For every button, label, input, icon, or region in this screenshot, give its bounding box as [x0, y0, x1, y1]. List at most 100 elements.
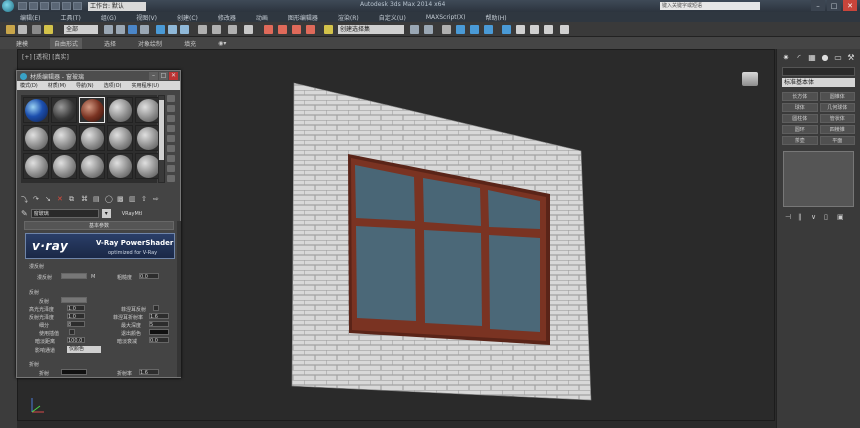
show-end-result-icon[interactable]: ▥ — [129, 195, 138, 204]
show-map-icon[interactable]: ▩ — [117, 195, 126, 204]
named-selection-dropdown[interactable]: 创建选择集 — [338, 25, 404, 34]
tab-populate[interactable]: 填充 — [184, 39, 196, 48]
sample-slot[interactable] — [107, 153, 133, 179]
graphite-toggle-icon[interactable] — [456, 25, 465, 34]
create-tab-icon[interactable]: ✷ — [781, 52, 791, 62]
reset-map-icon[interactable]: ✕ — [57, 195, 66, 204]
remove-modifier-icon[interactable]: ▯ — [824, 213, 832, 221]
motion-tab-icon[interactable]: ● — [820, 52, 830, 62]
sample-slot[interactable] — [79, 153, 105, 179]
link-icon[interactable] — [32, 25, 41, 34]
menu-graph-editors[interactable]: 图形编辑器 — [288, 13, 318, 22]
tab-selection[interactable]: 选择 — [104, 39, 116, 48]
reflect-color-swatch[interactable] — [61, 297, 87, 303]
display-tab-icon[interactable]: ▭ — [833, 52, 843, 62]
diffuse-map-button[interactable]: M — [91, 274, 95, 280]
sample-slot-selected[interactable] — [79, 97, 105, 123]
mirror-icon[interactable] — [410, 25, 419, 34]
sample-type-icon[interactable] — [167, 95, 175, 102]
save-icon[interactable] — [40, 2, 49, 10]
put-to-scene-icon[interactable]: ↷ — [33, 195, 42, 204]
uv-tiling-icon[interactable] — [167, 125, 175, 132]
me-close-button[interactable]: ✕ — [169, 72, 178, 80]
search-input[interactable]: 键入关键字或短语 — [660, 2, 760, 10]
redo-tool-icon[interactable] — [18, 25, 27, 34]
make-unique-icon[interactable]: ∨ — [811, 213, 819, 221]
get-material-icon[interactable]: ⤵ — [21, 195, 30, 204]
material-id-icon[interactable]: ◯ — [105, 195, 114, 204]
options-icon[interactable] — [167, 155, 175, 162]
slots-scroll-thumb[interactable] — [159, 100, 164, 160]
tab-modeling[interactable]: 建模 — [16, 39, 28, 48]
material-name-dropdown[interactable]: ▾ — [101, 209, 111, 218]
undo-icon[interactable] — [51, 2, 60, 10]
torus-button[interactable]: 圆环 — [782, 125, 818, 134]
put-to-library-icon[interactable]: ▤ — [93, 195, 102, 204]
menu-animation[interactable]: 动画 — [256, 13, 268, 22]
rect-selection-icon[interactable] — [128, 25, 137, 34]
go-to-parent-icon[interactable]: ⇧ — [141, 195, 150, 204]
menu-customize[interactable]: 自定义(U) — [379, 13, 406, 22]
edit-named-sel-icon[interactable] — [324, 25, 333, 34]
sample-slot[interactable] — [107, 97, 133, 123]
teapot-button[interactable]: 茶壶 — [782, 136, 818, 145]
plane-button[interactable]: 平面 — [819, 136, 855, 145]
modify-tab-icon[interactable]: ◜ — [794, 52, 804, 62]
undo-tool-icon[interactable] — [6, 25, 15, 34]
app-logo-icon[interactable] — [2, 0, 14, 12]
me-menu-navigation[interactable]: 导航(N) — [76, 82, 94, 89]
name-color-area[interactable] — [783, 151, 854, 207]
redo-icon[interactable] — [62, 2, 71, 10]
select-manipulate-icon[interactable] — [228, 25, 237, 34]
snap-toggle-icon[interactable] — [264, 25, 273, 34]
menu-group[interactable]: 组(G) — [101, 13, 116, 22]
keyboard-shortcut-icon[interactable] — [244, 25, 253, 34]
configure-sets-icon[interactable]: ▣ — [837, 213, 845, 221]
ribbon-options-icon[interactable]: ◉▾ — [218, 40, 226, 47]
geosphere-button[interactable]: 几何球体 — [819, 103, 855, 112]
rotate-icon[interactable] — [168, 25, 177, 34]
affect-channels-dropdown[interactable]: 仅颜色 — [67, 346, 101, 353]
material-editor-titlebar[interactable]: 材质编辑器 - 窗玻璃 – □ ✕ — [17, 71, 180, 81]
render-production-icon[interactable] — [544, 25, 553, 34]
menu-create[interactable]: 创建(C) — [177, 13, 198, 22]
sample-slot[interactable] — [51, 97, 77, 123]
slots-scrollbar[interactable] — [158, 95, 165, 183]
percent-snap-icon[interactable] — [292, 25, 301, 34]
sample-slot[interactable] — [23, 97, 49, 123]
project-folder-icon[interactable] — [73, 2, 82, 10]
sample-slot[interactable] — [23, 153, 49, 179]
refract-color-swatch[interactable] — [61, 369, 87, 375]
material-editor-icon[interactable] — [502, 25, 511, 34]
use-interp-checkbox[interactable] — [69, 329, 75, 335]
tab-object-paint[interactable]: 对象绘制 — [138, 39, 162, 48]
material-name-input[interactable]: 窗玻璃 — [30, 209, 99, 218]
spinner-snap-icon[interactable] — [306, 25, 315, 34]
me-menu-utilities[interactable]: 实用程序(U) — [131, 82, 159, 89]
pivot-center-icon[interactable] — [212, 25, 221, 34]
assign-material-icon[interactable]: ↘ — [45, 195, 54, 204]
sample-slot[interactable] — [51, 125, 77, 151]
unlink-icon[interactable] — [44, 25, 53, 34]
rendered-frame-icon[interactable] — [530, 25, 539, 34]
parameters-scrollbar[interactable] — [177, 221, 181, 377]
select-object-icon[interactable] — [104, 25, 113, 34]
selection-filter-dropdown[interactable]: 全部 — [64, 25, 98, 34]
me-maximize-button[interactable]: □ — [159, 72, 168, 80]
pyramid-button[interactable]: 四棱锥 — [819, 125, 855, 134]
exit-color-swatch[interactable] — [149, 329, 169, 335]
copy-material-icon[interactable]: ⧉ — [69, 195, 78, 204]
video-check-icon[interactable] — [167, 135, 175, 142]
backlight-icon[interactable] — [167, 105, 175, 112]
background-icon[interactable] — [167, 115, 175, 122]
hierarchy-tab-icon[interactable]: ▦ — [807, 52, 817, 62]
go-forward-sibling-icon[interactable]: ⇨ — [153, 195, 162, 204]
render-setup-icon[interactable] — [516, 25, 525, 34]
pin-stack-icon[interactable]: ⊣ — [785, 213, 793, 221]
menu-tools[interactable]: 工具(T) — [60, 13, 80, 22]
make-unique-icon[interactable]: ⌘ — [81, 195, 90, 204]
menu-views[interactable]: 视图(V) — [136, 13, 157, 22]
new-icon[interactable] — [18, 2, 27, 10]
select-by-name-icon[interactable] — [116, 25, 125, 34]
workspace-dropdown[interactable]: 工作台: 默认 — [88, 1, 146, 11]
